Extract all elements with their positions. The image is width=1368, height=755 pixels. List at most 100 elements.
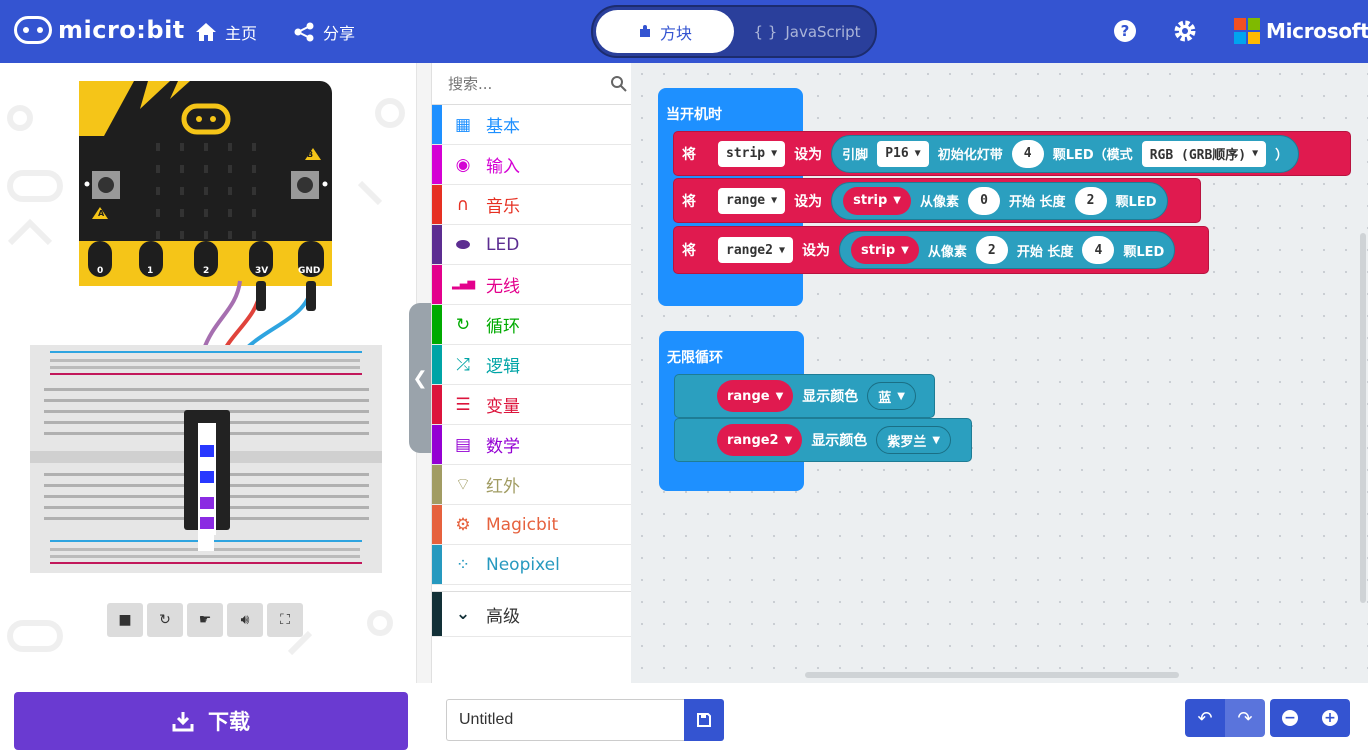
tab-javascript[interactable]: { } JavaScript	[738, 10, 876, 53]
range2-start-input[interactable]: 2	[975, 236, 1008, 264]
led-count-input[interactable]: 4	[1011, 139, 1044, 168]
set-range2-block[interactable]: 将 range2 ▼ 设为 strip ▼ 从像素 2 开始 长度 4 颗LED	[673, 226, 1209, 274]
category-4[interactable]: ▂▄▆ 无线	[432, 265, 631, 305]
save-icon	[697, 713, 711, 727]
pin-dropdown[interactable]: P16 ▼	[877, 140, 929, 167]
range2-variable[interactable]: range2 ▼	[717, 424, 803, 456]
set-range-block[interactable]: 将 range ▼ 设为 strip ▼ 从像素 0 开始 长度 2 颗LED	[673, 178, 1201, 223]
category-label: 基本	[486, 117, 520, 137]
category-10[interactable]: ⚙ Magicbit	[432, 505, 631, 545]
project-name-input[interactable]	[446, 699, 684, 741]
share-icon	[294, 22, 314, 42]
category-label: 数学	[486, 437, 520, 457]
set-strip-block[interactable]: 将 strip ▼ 设为 引脚 P16 ▼ 初始化灯带 4 颗LED（模式 RGB …	[673, 131, 1351, 176]
category-11[interactable]: ⁘ Neopixel	[432, 545, 631, 585]
button-a-label: A	[98, 209, 105, 218]
category-label: Magicbit	[486, 514, 559, 535]
show-color-range-block[interactable]: range ▼ 显示颜色 蓝 ▼	[674, 374, 935, 418]
sound-button[interactable]: 🔊︎	[227, 603, 263, 637]
category-0[interactable]: ▦ 基本	[432, 105, 631, 145]
to-word: 设为	[794, 146, 823, 163]
svg-text:?: ?	[1121, 22, 1130, 40]
category-bar	[432, 545, 442, 584]
zoom-out-button[interactable]: −	[1270, 699, 1310, 737]
color-dropdown-blue[interactable]: 蓝 ▼	[867, 382, 916, 410]
help-icon[interactable]: ?	[1112, 18, 1138, 44]
search-icon[interactable]	[610, 75, 628, 93]
range2-length-input[interactable]: 4	[1082, 236, 1115, 264]
undo-icon: ↶	[1197, 707, 1213, 729]
category-8[interactable]: ▤ 数学	[432, 425, 631, 465]
blocks-workspace[interactable]: 当开机时 将 strip ▼ 设为 引脚 P16 ▼ 初始化灯带 4 颗LED（模式…	[631, 63, 1368, 683]
download-button[interactable]: 下载	[14, 692, 408, 750]
zoom-in-button[interactable]: +	[1310, 699, 1350, 737]
range-length-input[interactable]: 2	[1074, 186, 1107, 215]
color-dropdown-violet[interactable]: 紫罗兰 ▼	[876, 426, 952, 454]
neopixel-create-block[interactable]: 引脚 P16 ▼ 初始化灯带 4 颗LED（模式 RGB (GRB顺序) ▼ ）	[831, 134, 1300, 173]
home-label: 主页	[225, 24, 258, 43]
category-bar	[432, 225, 442, 264]
category-label: LED	[486, 234, 520, 255]
slowmo-button[interactable]: ☛	[187, 603, 223, 637]
var-dropdown-range2[interactable]: range2 ▼	[718, 237, 793, 263]
workspace-horizontal-scrollbar[interactable]	[805, 672, 1179, 678]
lines-icon: ☰	[455, 394, 471, 415]
editor-mode-switch: 方块 { } JavaScript	[591, 5, 877, 58]
microbit-logo[interactable]: micro:bit	[14, 16, 185, 44]
range-block[interactable]: strip ▼ 从像素 0 开始 长度 2 颗LED	[831, 181, 1168, 220]
simulator-panel: 0 1 2 3V GND A B ■ ↻ ☛ 🔊︎ ⛶	[0, 63, 416, 687]
home-button[interactable]: 主页	[195, 20, 257, 44]
category-advanced[interactable]: ⌄ 高级	[432, 591, 631, 637]
microsoft-brand[interactable]: Microsoft	[1234, 18, 1368, 44]
tab-blocks-label: 方块	[659, 23, 692, 43]
share-button[interactable]: 分享	[293, 20, 355, 44]
category-6[interactable]: ⤮ 逻辑	[432, 345, 631, 385]
range-variable[interactable]: range ▼	[717, 380, 794, 412]
target-icon: ◉	[455, 154, 471, 175]
category-label: Neopixel	[486, 554, 560, 575]
calculator-icon: ▤	[454, 434, 472, 455]
set-word: 将	[682, 146, 696, 163]
workspace-vertical-scrollbar[interactable]	[1360, 233, 1366, 603]
on-start-label: 当开机时	[666, 107, 722, 123]
undo-button[interactable]: ↶	[1185, 699, 1225, 737]
category-label: 输入	[486, 157, 520, 177]
category-2[interactable]: ∩ 音乐	[432, 185, 631, 225]
settings-gear-icon[interactable]	[1172, 18, 1198, 44]
category-3[interactable]: ⬬ LED	[432, 225, 631, 265]
fullscreen-button[interactable]: ⛶	[267, 603, 303, 637]
logo-text: micro:bit	[58, 16, 185, 44]
category-bar	[432, 425, 442, 464]
category-5[interactable]: ↻ 循环	[432, 305, 631, 345]
range-start-input[interactable]: 0	[968, 186, 1001, 215]
puzzle-icon	[639, 24, 650, 37]
mode-dropdown[interactable]: RGB (GRB顺序) ▼	[1141, 140, 1267, 167]
strip-variable[interactable]: strip ▼	[851, 236, 919, 264]
strip-variable[interactable]: strip ▼	[843, 186, 911, 215]
slowmo-icon: ☛	[198, 612, 212, 628]
category-9[interactable]: ⌔ 红外	[432, 465, 631, 505]
collapse-simulator-button[interactable]: ❮	[409, 303, 431, 453]
category-1[interactable]: ◉ 输入	[432, 145, 631, 185]
category-bar	[432, 465, 442, 504]
set-word: 将	[682, 193, 696, 210]
var-dropdown-strip[interactable]: strip ▼	[718, 140, 786, 167]
show-color-range2-block[interactable]: range2 ▼ 显示颜色 紫罗兰 ▼	[674, 418, 972, 462]
save-button[interactable]	[684, 699, 724, 741]
signal-icon: ▂▄▆	[452, 279, 476, 290]
to-word: 设为	[794, 193, 823, 210]
toggle-icon: ⬬	[455, 234, 471, 255]
redo-button[interactable]: ↷	[1225, 699, 1265, 737]
search-input[interactable]	[448, 74, 598, 93]
category-bar	[432, 305, 442, 344]
stop-button[interactable]: ■	[107, 603, 143, 637]
range2-block[interactable]: strip ▼ 从像素 2 开始 长度 4 颗LED	[839, 231, 1176, 269]
zoom-in-icon: +	[1322, 710, 1338, 726]
restart-button[interactable]: ↻	[147, 603, 183, 637]
download-label: 下载	[208, 710, 250, 734]
category-label: 变量	[486, 397, 520, 417]
var-dropdown-range[interactable]: range ▼	[718, 187, 786, 214]
category-bar	[432, 505, 442, 544]
tab-blocks[interactable]: 方块	[596, 10, 734, 53]
category-7[interactable]: ☰ 变量	[432, 385, 631, 425]
